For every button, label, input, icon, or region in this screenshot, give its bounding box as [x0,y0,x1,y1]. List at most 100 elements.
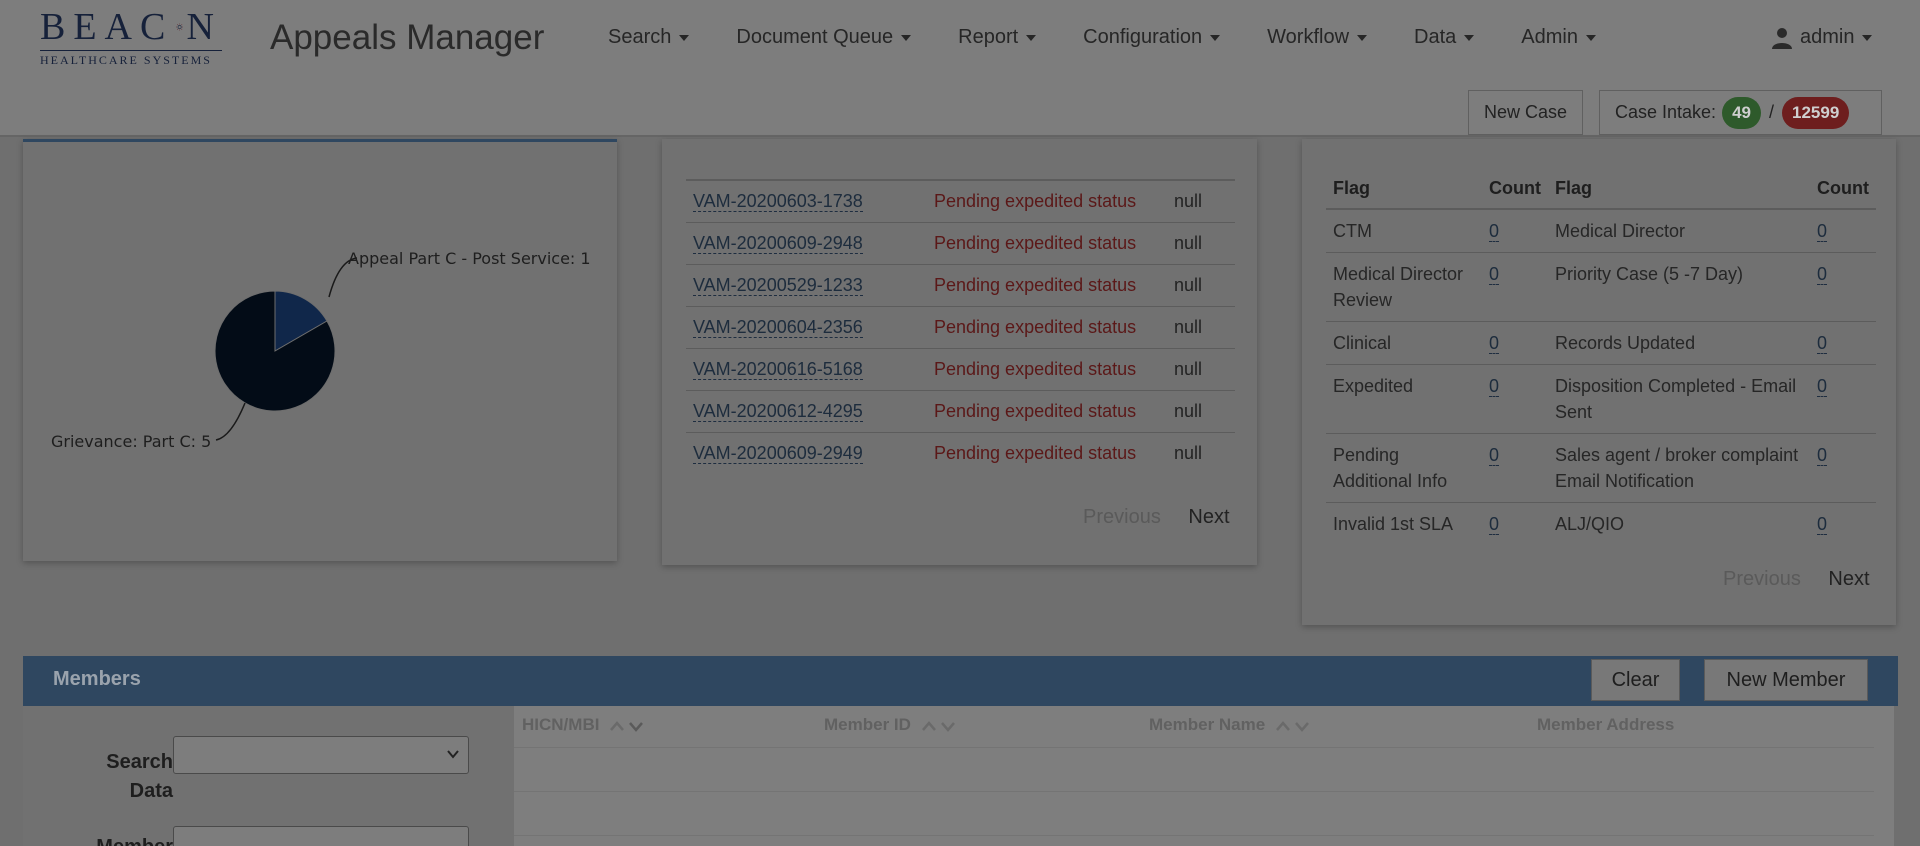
case-id-cell: VAM-20200529-1233 [686,263,927,306]
flag-count-cell: 0 [1482,208,1548,253]
beacon-logo[interactable]: BEA C N HEALTHCARE SYSTEMS [40,8,222,67]
flag-count-link[interactable]: 0 [1817,376,1828,397]
intake-total-badge[interactable]: 12599 [1782,96,1850,129]
case-intake[interactable]: Case Intake: 49 / 12599 [1599,90,1882,135]
case-row: VAM-20200603-1738 Pending expedited statu… [686,179,1235,222]
clear-button[interactable]: Clear [1591,659,1680,701]
case-id-cell: VAM-20200612-4295 [686,389,927,432]
sort-icon[interactable] [1276,719,1312,733]
case-row: VAM-20200609-2949 Pending expedited statu… [686,431,1235,474]
nav-admin[interactable]: Admin [1521,26,1596,49]
flag-count-link[interactable]: 0 [1489,376,1500,397]
flag-count-link[interactable]: 0 [1817,445,1828,466]
sort-icon[interactable] [921,719,958,733]
flag-name: Medical Director Review [1326,252,1482,322]
new-member-button[interactable]: New Member [1704,659,1868,701]
column-member-address[interactable]: Member Address [1537,715,1674,735]
flag-count-link[interactable]: 0 [1817,333,1828,354]
flag-count-link[interactable]: 0 [1489,264,1500,285]
flag-count-link[interactable]: 0 [1489,445,1500,466]
flag-row: Expedited 0 Disposition Completed - Email … [1326,364,1876,434]
nav-search[interactable]: Search [608,26,690,49]
members-grid: HICN/MBI Member ID Member Name Member Ad… [514,706,1894,846]
flag-count-cell: 0 [1810,321,1876,365]
nav-document-queue-label: Document Queue [736,26,894,48]
flag-count-cell: 0 [1810,502,1876,545]
flag-name: Sales agent / broker complaint Email Not… [1548,433,1810,503]
sort-icon[interactable] [610,719,646,733]
flag-count-link[interactable]: 0 [1489,221,1500,242]
cases-pager: Previous Next [1083,506,1230,529]
logo-sun-icon [176,23,184,31]
case-value: null [1167,389,1235,432]
chevron-down-icon [679,34,690,41]
nav-data-label: Data [1414,26,1457,48]
flags-table: Flag Count Flag Count CTM 0 Medical Direct… [1326,169,1876,545]
nav-configuration[interactable]: Configuration [1083,26,1221,49]
chevron-down-icon [447,750,459,759]
flag-count-cell: 0 [1482,252,1548,322]
flags-header-flag: Flag [1326,169,1482,210]
case-status: Pending expedited status [927,179,1167,222]
column-member-id[interactable]: Member ID [824,715,958,735]
intake-count-badge[interactable]: 49 [1722,96,1761,129]
search-data-select[interactable] [173,736,469,774]
case-status: Pending expedited status [927,305,1167,348]
case-id-cell: VAM-20200604-2356 [686,305,927,348]
flags-previous-button[interactable]: Previous [1723,568,1801,590]
chevron-down-icon [1862,34,1873,41]
flag-count-link[interactable]: 0 [1489,333,1500,354]
case-id-link[interactable]: VAM-20200612-4295 [693,400,863,422]
flag-count-cell: 0 [1810,433,1876,503]
nav-workflow[interactable]: Workflow [1267,26,1368,49]
cases-previous-button[interactable]: Previous [1083,506,1161,528]
cases-panel: VAM-20200603-1738 Pending expedited statu… [662,139,1257,565]
case-value: null [1167,305,1235,348]
member-search-input[interactable] [173,826,469,846]
case-id-link[interactable]: VAM-20200609-2949 [693,442,863,464]
flag-count-link[interactable]: 0 [1817,264,1828,285]
case-status: Pending expedited status [927,221,1167,264]
flags-header-flag: Flag [1548,169,1810,210]
nav-data[interactable]: Data [1414,26,1475,49]
case-id-link[interactable]: VAM-20200616-5168 [693,358,863,380]
flag-name: Pending Additional Info [1326,433,1482,503]
flag-count-link[interactable]: 0 [1817,514,1828,535]
case-id-link[interactable]: VAM-20200529-1233 [693,274,863,296]
case-status: Pending expedited status [927,431,1167,474]
chevron-down-icon [901,34,912,41]
column-hicn-mbi-label: HICN/MBI [522,715,600,734]
flags-header-count: Count [1810,169,1876,210]
user-icon [1772,27,1792,49]
cases-next-button[interactable]: Next [1188,506,1229,528]
case-id-link[interactable]: VAM-20200609-2948 [693,232,863,254]
column-member-name[interactable]: Member Name [1149,715,1312,735]
flag-count-cell: 0 [1810,252,1876,322]
new-case-button[interactable]: New Case [1468,90,1583,135]
case-status: Pending expedited status [927,347,1167,390]
nav-report-label: Report [958,26,1019,48]
members-header: Members Clear New Member [23,656,1898,706]
chevron-down-icon [1464,34,1475,41]
nav-document-queue[interactable]: Document Queue [736,26,912,49]
nav-report[interactable]: Report [958,26,1037,49]
column-hicn-mbi[interactable]: HICN/MBI [522,715,646,735]
member-label: Member [73,836,173,846]
pie-chart [214,257,358,441]
case-id-cell: VAM-20200616-5168 [686,347,927,390]
chevron-down-icon [1210,34,1221,41]
flag-count-cell: 0 [1482,502,1548,545]
case-id-link[interactable]: VAM-20200603-1738 [693,190,863,212]
flag-count-link[interactable]: 0 [1489,514,1500,535]
case-id-link[interactable]: VAM-20200604-2356 [693,316,863,338]
chevron-down-icon [1585,34,1596,41]
flags-next-button[interactable]: Next [1828,568,1869,590]
search-data-label: Search Data [106,751,173,802]
flag-name: Medical Director [1548,208,1810,253]
chevron-down-icon [1357,34,1368,41]
flag-count-link[interactable]: 0 [1817,221,1828,242]
user-menu[interactable]: admin [1772,26,1873,49]
flag-row: Clinical 0 Records Updated 0 [1326,321,1876,365]
case-id-cell: VAM-20200603-1738 [686,179,927,222]
column-member-name-label: Member Name [1149,715,1266,734]
